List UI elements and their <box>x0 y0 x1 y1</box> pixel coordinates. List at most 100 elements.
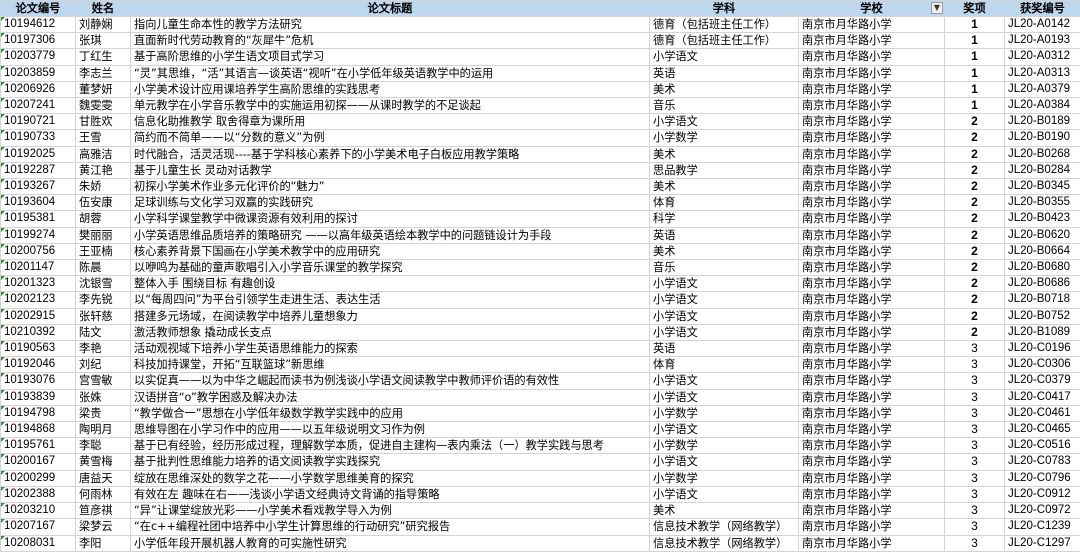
cell-name[interactable]: 高雅洁 <box>76 146 131 162</box>
cell-paper-title[interactable]: 直面新时代劳动教育的“灰犀牛”危机 <box>131 33 650 49</box>
cell-school[interactable]: 南京市月华路小学 <box>799 503 945 519</box>
cell-paper-id[interactable]: 10190733 <box>1 130 76 146</box>
cell-school[interactable]: 南京市月华路小学 <box>799 357 945 373</box>
cell-award[interactable]: 1 <box>945 17 1005 33</box>
cell-award-code[interactable]: JL20-B0620 <box>1005 227 1080 243</box>
cell-paper-id[interactable]: 10190721 <box>1 114 76 130</box>
cell-school[interactable]: 南京市月华路小学 <box>799 389 945 405</box>
cell-school[interactable]: 南京市月华路小学 <box>799 373 945 389</box>
cell-paper-title[interactable]: 基于已有经验，经历形成过程，理解数学本质，促进自主建构—表内乘法（一）教学实践与… <box>131 438 650 454</box>
cell-award[interactable]: 3 <box>945 422 1005 438</box>
cell-paper-id[interactable]: 10207167 <box>1 519 76 535</box>
cell-award-code[interactable]: JL20-C0783 <box>1005 454 1080 470</box>
cell-award[interactable]: 3 <box>945 389 1005 405</box>
cell-paper-title[interactable]: 基于高阶思维的小学生语文项目式学习 <box>131 49 650 65</box>
cell-paper-id[interactable]: 10195381 <box>1 211 76 227</box>
cell-paper-id[interactable]: 10206926 <box>1 81 76 97</box>
cell-name[interactable]: 刘静娴 <box>76 17 131 33</box>
header-paper-title[interactable]: 论文标题 <box>131 1 650 17</box>
cell-school[interactable]: 南京市月华路小学 <box>799 438 945 454</box>
cell-award-code[interactable]: JL20-C0379 <box>1005 373 1080 389</box>
cell-school[interactable]: 南京市月华路小学 <box>799 519 945 535</box>
cell-name[interactable]: 沈银雪 <box>76 276 131 292</box>
cell-award[interactable]: 2 <box>945 179 1005 195</box>
cell-paper-title[interactable]: “教学做合一”思想在小学低年级数学教学实践中的应用 <box>131 405 650 421</box>
cell-paper-id[interactable]: 10201323 <box>1 276 76 292</box>
cell-school[interactable]: 南京市月华路小学 <box>799 227 945 243</box>
cell-school[interactable]: 南京市月华路小学 <box>799 130 945 146</box>
cell-award-code[interactable]: JL20-C0461 <box>1005 405 1080 421</box>
cell-subject[interactable]: 小学语文 <box>650 454 799 470</box>
cell-school[interactable]: 南京市月华路小学 <box>799 33 945 49</box>
cell-paper-title[interactable]: 绽放在思维深处的数学之花——小学数学思维美育的探究 <box>131 470 650 486</box>
cell-paper-title[interactable]: 以咿鸣为基础的童声歌唱引入小学音乐课堂的教学探究 <box>131 260 650 276</box>
cell-name[interactable]: 梁贵 <box>76 405 131 421</box>
cell-subject[interactable]: 音乐 <box>650 260 799 276</box>
cell-paper-title[interactable]: 科技加持课堂，开拓“互联篮球”新思维 <box>131 357 650 373</box>
cell-award[interactable]: 1 <box>945 81 1005 97</box>
cell-paper-id[interactable]: 10194798 <box>1 405 76 421</box>
cell-paper-id[interactable]: 10200756 <box>1 243 76 259</box>
cell-paper-title[interactable]: 小学科学课堂教学中微课资源有效利用的探讨 <box>131 211 650 227</box>
cell-school[interactable]: 南京市月华路小学 <box>799 146 945 162</box>
cell-award-code[interactable]: JL20-B0423 <box>1005 211 1080 227</box>
cell-paper-title[interactable]: 小学美术设计应用课培养学生高阶思维的实践思考 <box>131 81 650 97</box>
cell-subject[interactable]: 英语 <box>650 341 799 357</box>
cell-name[interactable]: 丁红生 <box>76 49 131 65</box>
cell-school[interactable]: 南京市月华路小学 <box>799 292 945 308</box>
cell-school[interactable]: 南京市月华路小学 <box>799 195 945 211</box>
cell-paper-title[interactable]: 基于批判性思维能力培养的语文阅读教学实践探究 <box>131 454 650 470</box>
cell-paper-id[interactable]: 10203779 <box>1 49 76 65</box>
cell-name[interactable]: 李先锐 <box>76 292 131 308</box>
cell-award[interactable]: 1 <box>945 49 1005 65</box>
cell-award[interactable]: 3 <box>945 438 1005 454</box>
cell-award[interactable]: 3 <box>945 470 1005 486</box>
cell-award[interactable]: 3 <box>945 454 1005 470</box>
cell-subject[interactable]: 英语 <box>650 227 799 243</box>
cell-award-code[interactable]: JL20-B1089 <box>1005 324 1080 340</box>
cell-paper-id[interactable]: 10193604 <box>1 195 76 211</box>
cell-subject[interactable]: 小学语文 <box>650 49 799 65</box>
cell-paper-title[interactable]: 以“每周四问”为平台引领学生走进生活、表达生活 <box>131 292 650 308</box>
cell-school[interactable]: 南京市月华路小学 <box>799 162 945 178</box>
cell-subject[interactable]: 音乐 <box>650 98 799 114</box>
cell-subject[interactable]: 小学语文 <box>650 308 799 324</box>
cell-name[interactable]: 李聪 <box>76 438 131 454</box>
cell-award-code[interactable]: JL20-C0912 <box>1005 486 1080 502</box>
cell-name[interactable]: 陆文 <box>76 324 131 340</box>
cell-award[interactable]: 2 <box>945 324 1005 340</box>
cell-paper-id[interactable]: 10200299 <box>1 470 76 486</box>
cell-award[interactable]: 3 <box>945 519 1005 535</box>
cell-paper-title[interactable]: “在c++编程社团中培养中小学生计算思维的行动研究”研究报告 <box>131 519 650 535</box>
cell-school[interactable]: 南京市月华路小学 <box>799 308 945 324</box>
cell-name[interactable]: 樊丽丽 <box>76 227 131 243</box>
cell-name[interactable]: 张轩慈 <box>76 308 131 324</box>
header-name[interactable]: 姓名 <box>76 1 131 17</box>
cell-award-code[interactable]: JL20-B0190 <box>1005 130 1080 146</box>
cell-award-code[interactable]: JL20-C0417 <box>1005 389 1080 405</box>
cell-school[interactable]: 南京市月华路小学 <box>799 341 945 357</box>
cell-award-code[interactable]: JL20-A0312 <box>1005 49 1080 65</box>
cell-paper-id[interactable]: 10193839 <box>1 389 76 405</box>
cell-paper-title[interactable]: 基于儿童生长 灵动对话教学 <box>131 162 650 178</box>
cell-award-code[interactable]: JL20-C0465 <box>1005 422 1080 438</box>
filter-icon[interactable]: ▼ <box>931 2 943 14</box>
cell-paper-id[interactable]: 10197306 <box>1 33 76 49</box>
cell-award-code[interactable]: JL20-B0752 <box>1005 308 1080 324</box>
cell-name[interactable]: 笪彦祺 <box>76 503 131 519</box>
cell-award[interactable]: 2 <box>945 260 1005 276</box>
cell-paper-id[interactable]: 10207241 <box>1 98 76 114</box>
cell-subject[interactable]: 小学数学 <box>650 130 799 146</box>
cell-school[interactable]: 南京市月华路小学 <box>799 65 945 81</box>
cell-paper-id[interactable]: 10195761 <box>1 438 76 454</box>
cell-award[interactable]: 3 <box>945 405 1005 421</box>
cell-school[interactable]: 南京市月华路小学 <box>799 81 945 97</box>
cell-award[interactable]: 2 <box>945 146 1005 162</box>
cell-paper-title[interactable]: 初探小学美术作业多元化评价的“魅力” <box>131 179 650 195</box>
cell-paper-id[interactable]: 10202388 <box>1 486 76 502</box>
cell-subject[interactable]: 体育 <box>650 195 799 211</box>
cell-paper-id[interactable]: 10194868 <box>1 422 76 438</box>
cell-name[interactable]: 黄江艳 <box>76 162 131 178</box>
cell-name[interactable]: 梁梦云 <box>76 519 131 535</box>
cell-paper-id[interactable]: 10192046 <box>1 357 76 373</box>
